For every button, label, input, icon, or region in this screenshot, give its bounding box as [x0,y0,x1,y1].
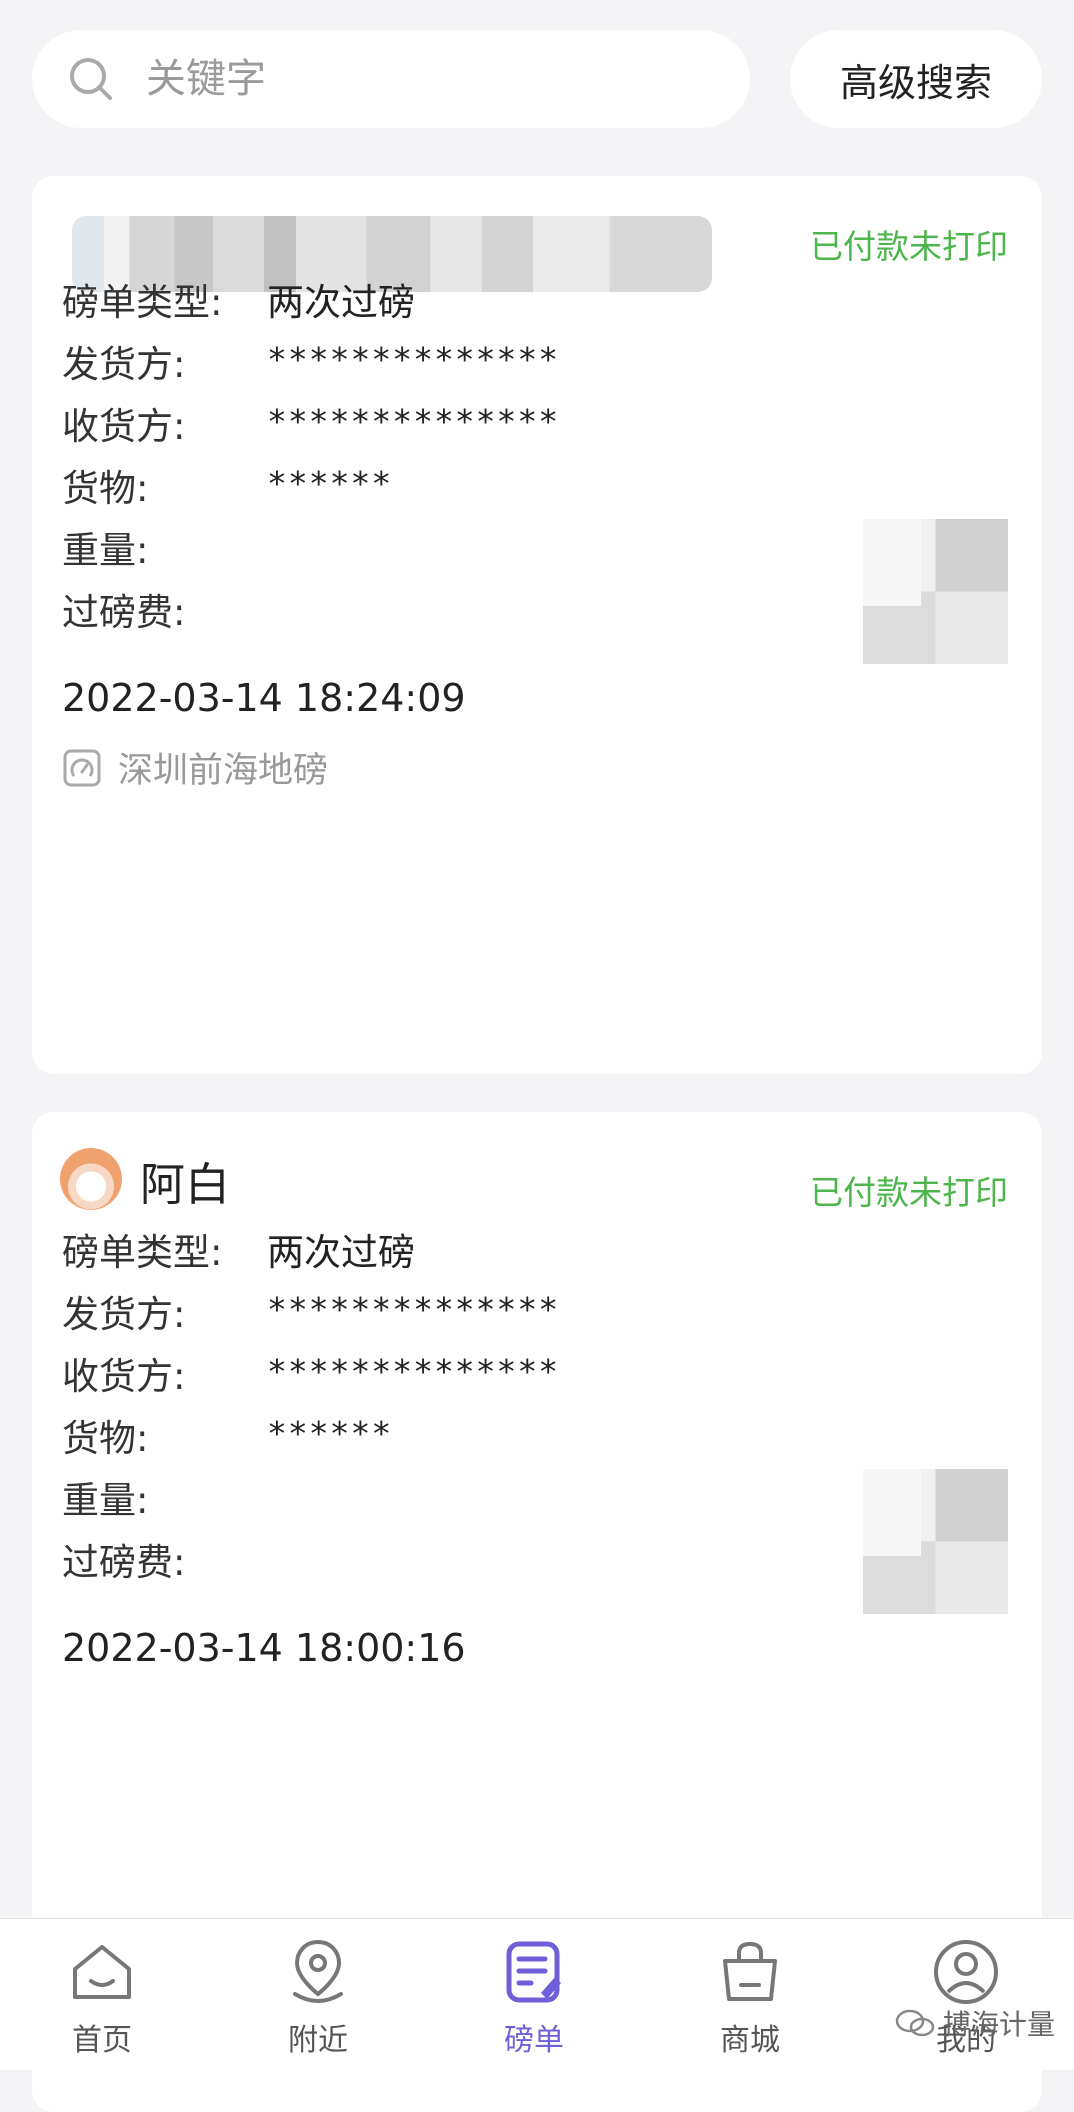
shopping-bag-icon [723,1941,777,2001]
scale-location-icon [63,749,101,786]
location-name: 深圳前海地磅 [118,751,329,791]
tab-nearby[interactable]: 附近 [228,1919,408,2070]
payment-status-badge: 已付款未打印 [810,227,1008,266]
tab-profile[interactable]: 我的 [876,1919,1056,2070]
sender-label: 发货方: [62,343,186,386]
weight-fee-values-blurred [863,1469,1008,1614]
search-input[interactable] [144,55,648,103]
tab-mall[interactable]: 商城 [660,1919,840,2070]
sender-row: 发货方: ************** [62,1284,1012,1344]
goods-label: 货物: [62,1417,149,1460]
search-bar[interactable] [32,30,750,128]
ticket-type-label: 磅单类型: [62,1231,223,1274]
search-icon [70,58,112,100]
sender-value: ************** [267,340,560,379]
goods-value: ****** [267,464,393,503]
user-icon [934,1940,998,2004]
location-row[interactable]: 深圳前海地磅 [62,742,328,793]
ticket-type-row: 磅单类型: 两次过磅 [62,272,1012,332]
fee-label: 过磅费: [62,1541,186,1584]
receiver-value: ************** [267,402,560,441]
location-pin-icon [293,1939,343,2003]
weight-fee-values-blurred [863,519,1008,664]
receiver-label: 收货方: [62,1355,186,1398]
goods-label: 货物: [62,467,149,510]
watermark: 搏海计量 [895,2003,1055,2043]
goods-row: 货物: ****** [62,458,1012,518]
ticket-type-label: 磅单类型: [62,281,223,324]
receiver-row: 收货方: ************** [62,396,1012,456]
receiver-row: 收货方: ************** [62,1346,1012,1406]
document-edit-icon [506,1941,561,2003]
fee-label: 过磅费: [62,591,186,634]
receiver-value: ************** [267,1352,560,1391]
tab-home[interactable]: 首页 [12,1919,192,2070]
tab-label: 商城 [720,2023,780,2058]
tab-weigh-tickets[interactable]: 磅单 [444,1919,624,2070]
ticket-datetime: 2022-03-14 18:00:16 [62,1626,466,1670]
avatar [60,1148,122,1210]
watermark-text: 搏海计量 [943,2008,1056,2041]
receiver-label: 收货方: [62,405,186,448]
ticket-type-value: 两次过磅 [267,281,415,324]
sender-value: ************** [267,1290,560,1329]
weigh-ticket-card[interactable]: 已付款未打印 磅单类型: 两次过磅 发货方: ************** 收货… [32,176,1042,1074]
weight-label: 重量: [62,529,149,572]
ticket-type-row: 磅单类型: 两次过磅 [62,1222,1012,1282]
home-icon [73,1945,131,1999]
sender-row: 发货方: ************** [62,334,1012,394]
tab-label: 首页 [72,2023,132,2058]
wechat-icon [895,2009,935,2037]
payment-status-badge: 已付款未打印 [810,1173,1008,1212]
ticket-type-value: 两次过磅 [267,1231,415,1274]
goods-row: 货物: ****** [62,1408,1012,1468]
owner-name: 阿白 [140,1158,231,1211]
ticket-datetime: 2022-03-14 18:24:09 [62,676,466,720]
weight-label: 重量: [62,1479,149,1522]
tab-label: 附近 [288,2023,348,2058]
goods-value: ****** [267,1414,393,1453]
sender-label: 发货方: [62,1293,186,1336]
bottom-tab-bar: 首页 附近 磅单 商城 我的 [0,1918,1074,2070]
advanced-search-button[interactable]: 高级搜索 [790,30,1042,128]
tab-label: 磅单 [504,2023,564,2058]
